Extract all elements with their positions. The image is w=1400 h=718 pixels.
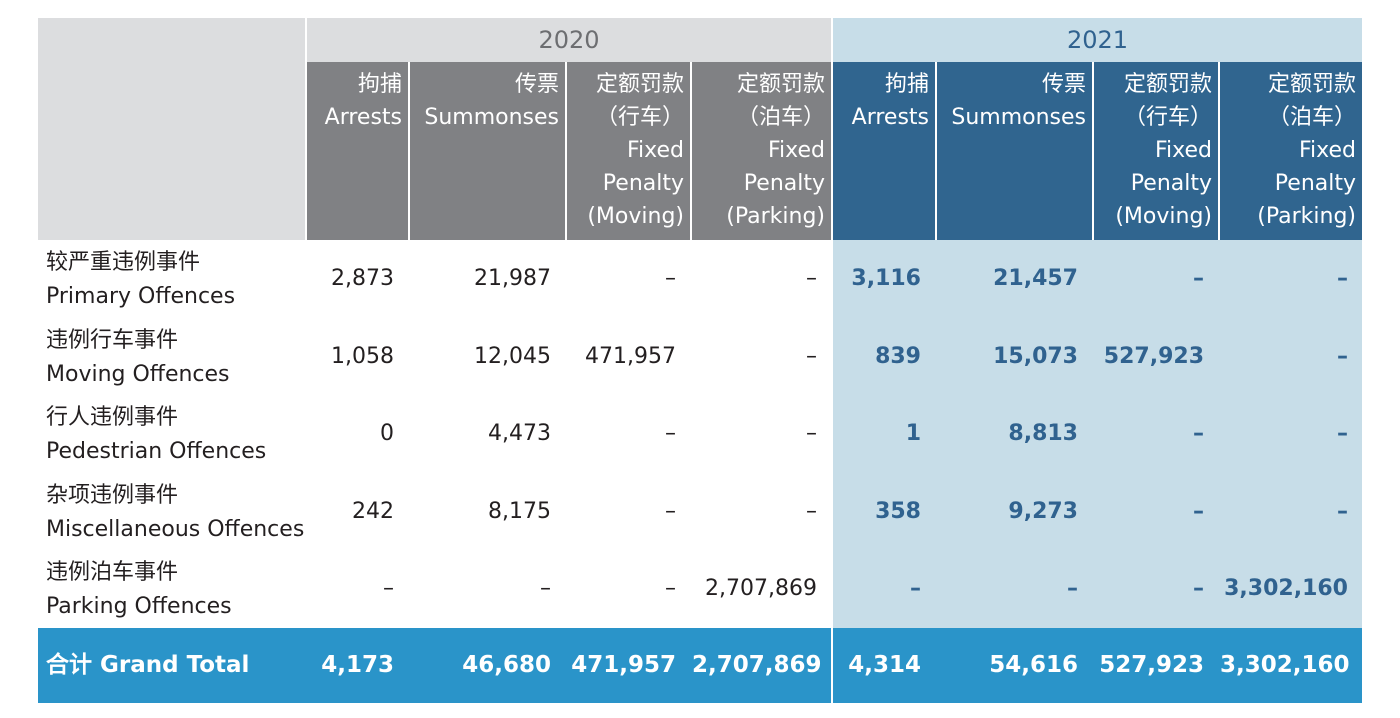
year-header-2021: 2021	[833, 18, 1362, 62]
cell-2020-fixed-penalty-moving: –	[665, 576, 676, 601]
row-label-en: Moving Offences	[46, 361, 230, 387]
cell-2020-fixed-penalty-parking: –	[806, 266, 817, 291]
column-header-fixed-penalty-moving-2020: 定额罚款 （行车） Fixed Penalty (Moving)	[567, 62, 690, 240]
cell-2021-fixed-penalty-parking: –	[1337, 343, 1348, 369]
cell-2020-fixed-penalty-moving: –	[665, 421, 676, 446]
total-2020-arrests: 4,173	[321, 652, 394, 678]
row-label-zh: 较严重违例事件	[46, 250, 201, 275]
total-2020-fixed-penalty-moving: 471,957	[571, 652, 676, 678]
column-header-arrests-2021: 拘捕 Arrests	[833, 62, 935, 240]
column-header-fixed-penalty-parking-2020: 定额罚款 （泊车） Fixed Penalty (Parking)	[692, 62, 831, 240]
cell-2020-arrests: 2,873	[331, 266, 394, 291]
cell-2021-fixed-penalty-moving: –	[1193, 266, 1204, 291]
cell-2020-arrests: 0	[380, 421, 394, 446]
cell-2020-arrests: –	[383, 576, 394, 601]
cell-2021-fixed-penalty-parking: –	[1337, 421, 1348, 446]
cell-2021-summonses: –	[1067, 576, 1078, 601]
cell-2020-fixed-penalty-parking: –	[806, 421, 817, 446]
row-label-zh: 违例行车事件	[46, 327, 179, 353]
cell-2021-arrests: 1	[905, 421, 921, 446]
cell-2020-summonses: 21,987	[474, 266, 551, 291]
cell-2020-fixed-penalty-moving: –	[665, 498, 676, 524]
row-label: 杂项违例事件 Miscellaneous Offences	[38, 479, 305, 557]
cell-2020-arrests: 1,058	[331, 343, 394, 369]
row-label-zh: 违例泊车事件	[46, 560, 179, 585]
cell-2021-fixed-penalty-moving: –	[1193, 498, 1204, 524]
cell-2020-arrests: 242	[352, 498, 394, 524]
cell-2021-arrests: 3,116	[851, 266, 921, 291]
cell-2021-summonses: 21,457	[993, 266, 1078, 291]
column-header-fixed-penalty-moving-2021: 定额罚款 （行车） Fixed Penalty (Moving)	[1094, 62, 1218, 240]
header-corner	[38, 18, 305, 240]
cell-2021-fixed-penalty-moving: –	[1193, 421, 1204, 446]
row-label-en: Parking Offences	[46, 594, 232, 619]
cell-2021-summonses: 8,813	[1008, 421, 1078, 446]
cell-2020-fixed-penalty-moving: 471,957	[585, 343, 676, 369]
total-2020-fixed-penalty-parking: 2,707,869	[692, 652, 822, 678]
year-header-2020: 2020	[307, 18, 831, 62]
cell-2020-summonses: –	[540, 576, 551, 601]
row-label: 较严重违例事件 Primary Offences	[38, 246, 305, 324]
total-2021-arrests: 4,314	[848, 652, 921, 678]
total-2020-summonses: 46,680	[462, 652, 551, 678]
cell-2021-fixed-penalty-moving: –	[1193, 576, 1204, 601]
cell-2020-fixed-penalty-parking: –	[806, 498, 817, 524]
cell-2021-arrests: –	[910, 576, 921, 601]
row-label-zh: 行人违例事件	[46, 405, 179, 430]
cell-2020-fixed-penalty-parking: –	[806, 343, 817, 369]
cell-2020-fixed-penalty-moving: –	[665, 266, 676, 291]
total-2021-summonses: 54,616	[989, 652, 1078, 678]
year-divider	[831, 628, 833, 703]
cell-2021-fixed-penalty-parking: –	[1337, 498, 1348, 524]
cell-2021-fixed-penalty-moving: 527,923	[1103, 343, 1204, 369]
column-header-summonses-2020: 传票 Summonses	[410, 62, 565, 240]
row-label: 违例行车事件 Moving Offences	[38, 324, 305, 402]
cell-2021-summonses: 9,273	[1008, 498, 1078, 524]
total-2021-fixed-penalty-moving: 527,923	[1099, 652, 1204, 678]
row-label-en: Miscellaneous Offences	[46, 516, 305, 542]
cell-2020-summonses: 4,473	[488, 421, 551, 446]
column-header-fixed-penalty-parking-2021: 定额罚款 （泊车） Fixed Penalty (Parking)	[1220, 62, 1362, 240]
cell-2021-arrests: 839	[875, 343, 921, 369]
cell-2021-fixed-penalty-parking: 3,302,160	[1224, 576, 1348, 601]
cell-2021-summonses: 15,073	[993, 343, 1078, 369]
row-label-en: Primary Offences	[46, 284, 236, 309]
row-label-zh: 杂项违例事件	[46, 482, 179, 508]
cell-2020-summonses: 8,175	[488, 498, 551, 524]
total-2021-fixed-penalty-parking: 3,302,160	[1220, 652, 1350, 678]
cell-2021-fixed-penalty-parking: –	[1337, 266, 1348, 291]
column-header-summonses-2021: 传票 Summonses	[937, 62, 1092, 240]
row-label: 行人违例事件 Pedestrian Offences	[38, 401, 305, 479]
row-label: 违例泊车事件 Parking Offences	[38, 556, 305, 634]
cell-2021-arrests: 358	[875, 498, 921, 524]
total-label: 合计 Grand Total	[46, 652, 250, 678]
cell-2020-fixed-penalty-parking: 2,707,869	[705, 576, 817, 601]
column-header-arrests-2020: 拘捕 Arrests	[307, 62, 408, 240]
cell-2020-summonses: 12,045	[474, 343, 551, 369]
row-label-en: Pedestrian Offences	[46, 439, 267, 464]
